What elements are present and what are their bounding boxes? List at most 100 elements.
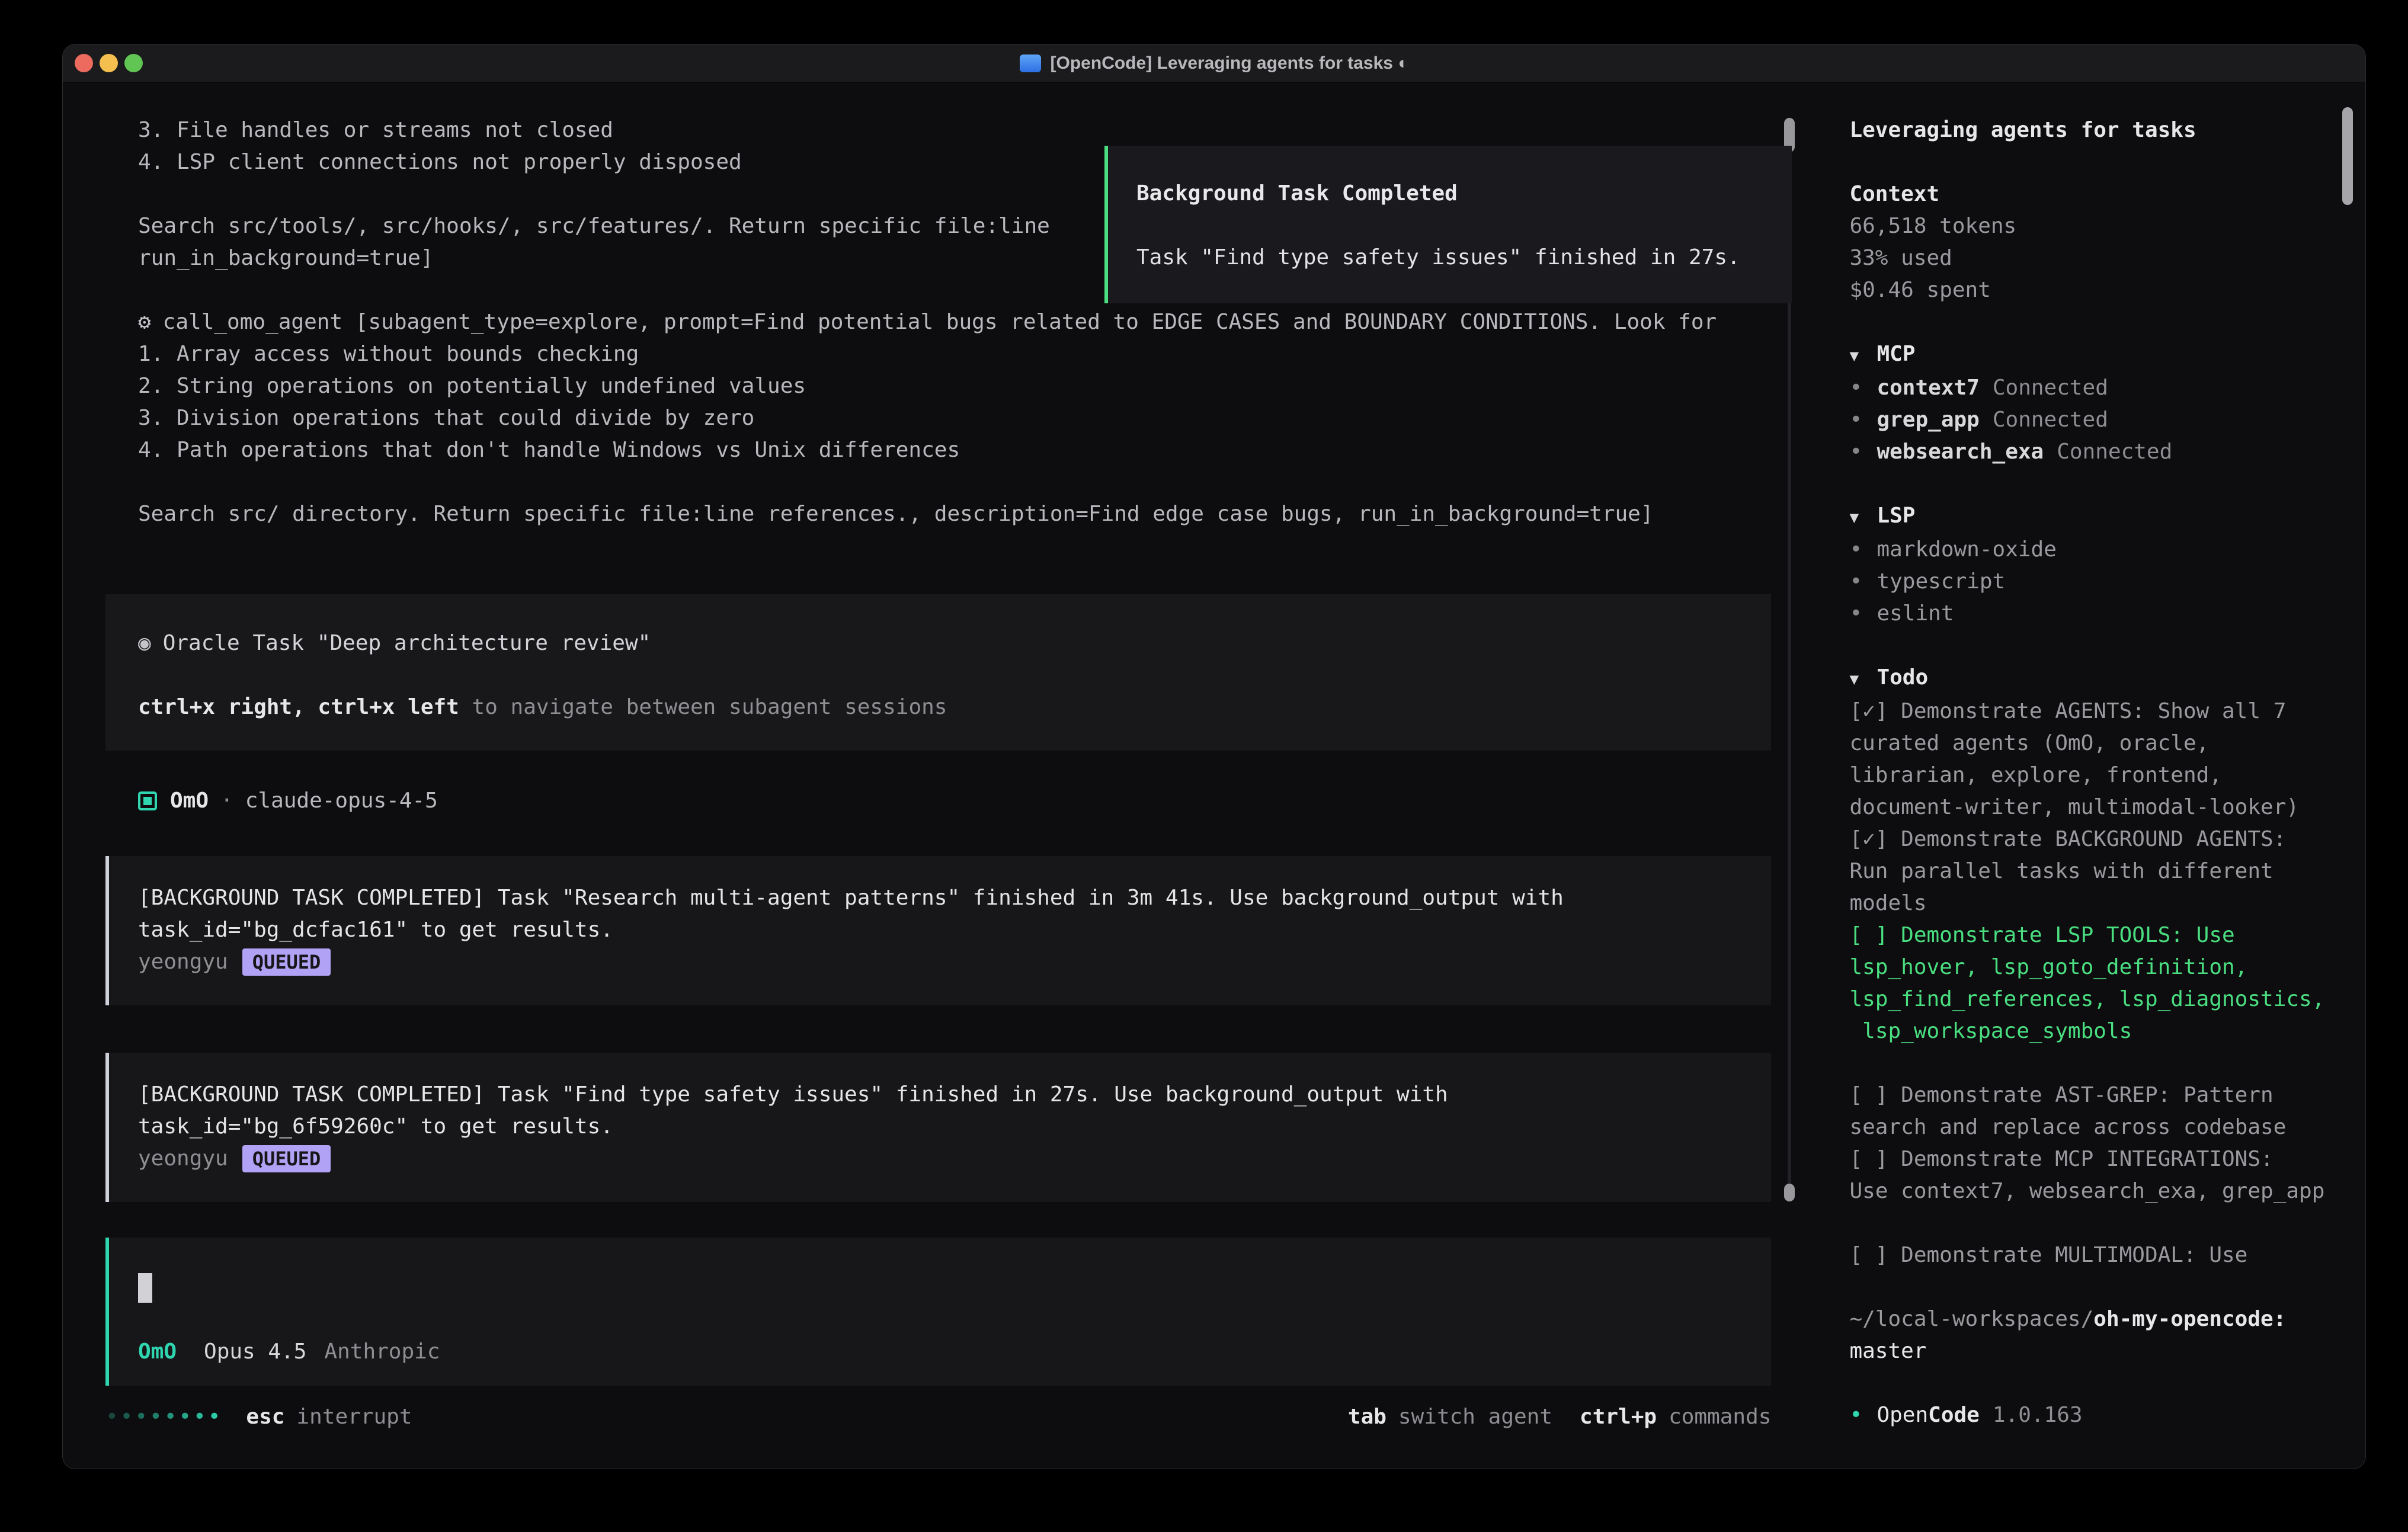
todo-section-header[interactable]: ▼Todo [1849,662,2330,696]
hint-keys: ctrl+x right, ctrl+x left [138,695,459,719]
todo-item: [ ] Demonstrate LSP TOOLS: Use lsp_hover… [1849,919,2330,1047]
tab-key: tab [1348,1401,1386,1433]
window-icon [1020,55,1041,72]
bullet-icon: • [1849,598,1877,630]
agent-name: OmO [170,785,209,817]
mcp-item: •grep_appConnected [1849,404,2330,436]
lsp-item: •typescript [1849,566,2330,598]
message-author: yeongyu [138,1143,228,1175]
esc-label: interrupt [296,1401,412,1433]
terminal-scroll-area[interactable]: Background Task Completed Task "Find typ… [63,82,1824,1469]
context-tokens: 66,518 tokens [1849,210,2330,242]
window-title-group: [OpenCode] Leveraging agents for tasks ◐ [1020,53,1409,73]
message-text: [BACKGROUND TASK COMPLETED] Task "Find t… [138,1079,1738,1143]
sidebar-scrollbar-thumb[interactable] [2342,107,2353,205]
opencode-version: 1.0.163 [1993,1403,2083,1427]
oracle-task-box: ◉Oracle Task "Deep architecture review" … [105,594,1771,751]
prompt-input[interactable]: OmOOpus 4.5Anthropic [105,1238,1771,1386]
tool-call-line: ⚙call_omo_agent [subagent_type=explore, … [138,306,1771,338]
background-task-toast: Background Task Completed Task "Find typ… [1104,146,1792,303]
opencode-name-regular: Open [1877,1403,1928,1427]
message-author: yeongyu [138,946,228,978]
bullet-icon: • [1849,534,1877,566]
sidebar-title: Leveraging agents for tasks [1849,114,2330,146]
hint-text: to navigate between subagent sessions [459,695,947,719]
todo-item: [ ] Demonstrate MCP INTEGRATIONS: Use co… [1849,1143,2330,1207]
input-model-label: Opus 4.5 [204,1339,306,1364]
chevron-down-icon: ▼ [1849,502,1877,534]
commands-key: ctrl+p [1580,1401,1657,1433]
lsp-heading: LSP [1877,504,1915,528]
lsp-item-name: typescript [1877,569,2005,594]
context-heading: Context [1849,178,2330,210]
todo-item: [ ] Demonstrate AST-GREP: Pattern search… [1849,1079,2330,1143]
workspace-branch: master [1849,1335,2330,1367]
mcp-item-status: Connected [2057,440,2172,464]
input-agent-label: OmO [138,1339,177,1364]
workspace-path: ~/local-workspaces/oh-my-opencode: [1849,1303,2330,1335]
agent-header: OmO · claude-opus-4-5 [138,785,1771,817]
todo-item: [ ] Demonstrate MULTIMODAL: Use [1849,1239,2330,1271]
sidebar[interactable]: Leveraging agents for tasks Context 66,5… [1824,82,2365,1469]
workspace-path-prefix: ~/local-workspaces/ [1849,1307,2093,1331]
message-text: [BACKGROUND TASK COMPLETED] Task "Resear… [138,882,1738,946]
tool-call-body: 1. Array access without bounds checking … [138,338,1771,530]
app-window: [OpenCode] Leveraging agents for tasks ◐… [62,44,2366,1469]
chevron-down-icon: ▼ [1849,664,1877,696]
main-scrollbar-thumb-bottom[interactable] [1784,1184,1795,1201]
spinner-dots: •••••••• [105,1401,222,1433]
traffic-lights [75,54,143,72]
bullet-icon: • [1849,1399,1877,1431]
tab-hint: tab switch agent [1348,1401,1552,1433]
lsp-item-name: eslint [1877,601,1954,626]
bullet-icon: • [1849,436,1877,468]
mcp-item-status: Connected [1993,408,2108,432]
message-meta: yeongyu QUEUED [138,946,1738,978]
lsp-item: •eslint [1849,598,2330,630]
close-button[interactable] [75,54,93,72]
lsp-item-name: markdown-oxide [1877,537,2056,562]
minimize-button[interactable] [100,54,118,72]
message-meta: yeongyu QUEUED [138,1143,1738,1175]
omo-agent-icon [138,791,157,810]
oracle-task-title: ◉Oracle Task "Deep architecture review" [138,627,1738,659]
zoom-button[interactable] [124,54,143,72]
mcp-heading: MCP [1877,342,1915,366]
agent-model: claude-opus-4-5 [245,785,438,817]
mcp-item: •websearch_exa Connected [1849,436,2330,468]
todo-item: [✓] Demonstrate AGENTS: Show all 7 curat… [1849,696,2330,823]
opencode-name-bold: Code [1928,1403,1980,1427]
queued-badge: QUEUED [242,1145,331,1172]
titlebar: [OpenCode] Leveraging agents for tasks ◐ [63,44,2365,82]
todo-heading: Todo [1877,665,1928,690]
tab-label: switch agent [1398,1401,1552,1433]
workspace-path-name: oh-my-opencode: [2093,1307,2286,1331]
version-line: •OpenCode 1.0.163 [1849,1399,2330,1431]
commands-hint: ctrl+p commands [1580,1401,1771,1433]
commands-label: commands [1669,1401,1771,1433]
input-line[interactable] [138,1272,1738,1304]
mcp-item-status: Connected [1993,376,2108,400]
mcp-item-name: context7 [1877,376,1979,400]
queued-badge: QUEUED [242,948,331,976]
todo-item: [✓] Demonstrate BACKGROUND AGENTS: Run p… [1849,823,2330,919]
status-bar: •••••••• esc interrupt tab switch agent … [105,1401,1771,1433]
toast-body: Task "Find type safety issues" finished … [1136,242,1768,274]
mcp-item: •context7Connected [1849,372,2330,404]
input-meta: OmOOpus 4.5Anthropic [138,1336,1738,1368]
mcp-item-name: websearch_exa [1877,440,2044,464]
window-title: [OpenCode] Leveraging agents for tasks ◐ [1051,53,1409,73]
bullet-icon: • [1849,566,1877,598]
context-used: 33% used [1849,242,2330,274]
status-right: tab switch agent ctrl+p commands [1348,1401,1772,1433]
agent-separator: · [220,785,233,817]
chevron-down-icon: ▼ [1849,340,1877,372]
lsp-item: •markdown-oxide [1849,534,2330,566]
mcp-section-header[interactable]: ▼MCP [1849,338,2330,372]
mcp-item-name: grep_app [1877,408,1979,432]
esc-hint: esc interrupt [246,1401,412,1433]
tool-call-header: call_omo_agent [subagent_type=explore, p… [163,310,1717,334]
toast-title: Background Task Completed [1136,178,1768,210]
text-cursor [138,1273,152,1303]
lsp-section-header[interactable]: ▼LSP [1849,500,2330,534]
